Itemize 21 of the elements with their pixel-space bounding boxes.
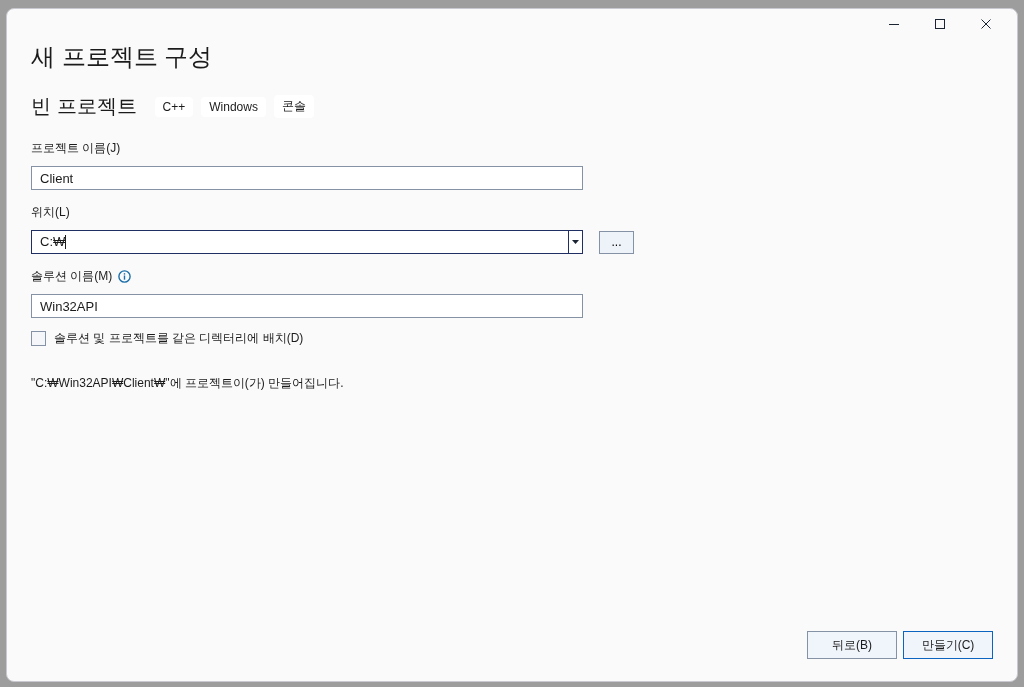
input-field[interactable]: Client — [31, 166, 583, 190]
summary-text: "C:₩Win32API₩Client₩"에 프로젝트이(가) 만들어집니다. — [31, 375, 345, 392]
checkbox-label: 솔루션 및 프로젝트를 같은 디렉터리에 배치(D) — [54, 330, 304, 347]
dialog-title: 새 프로젝트 구성 — [31, 42, 214, 72]
template-name: 빈 프로젝트 — [31, 94, 137, 119]
tag: Windows — [201, 96, 266, 117]
close-icon[interactable] — [981, 19, 991, 29]
back-button[interactable]: 뒤로(B) — [807, 631, 897, 659]
info-icon[interactable] — [118, 269, 132, 283]
input-field[interactable]: Win32API — [31, 294, 583, 318]
field-label: 위치(L) — [31, 203, 70, 221]
field-label: 솔루션 이름(M) — [31, 267, 113, 285]
create-button[interactable]: 만들기(C) — [903, 631, 993, 659]
tag: 콘솔 — [273, 95, 314, 118]
browse-button[interactable]: ... — [599, 230, 634, 254]
checkbox[interactable] — [31, 331, 46, 346]
tag: C++ — [154, 96, 194, 117]
maximize-icon[interactable] — [935, 19, 945, 29]
caret-icon[interactable] — [572, 240, 579, 244]
field-label: 프로젝트 이름(J) — [31, 139, 121, 157]
location-dropdown[interactable]: C:₩ — [31, 230, 583, 254]
